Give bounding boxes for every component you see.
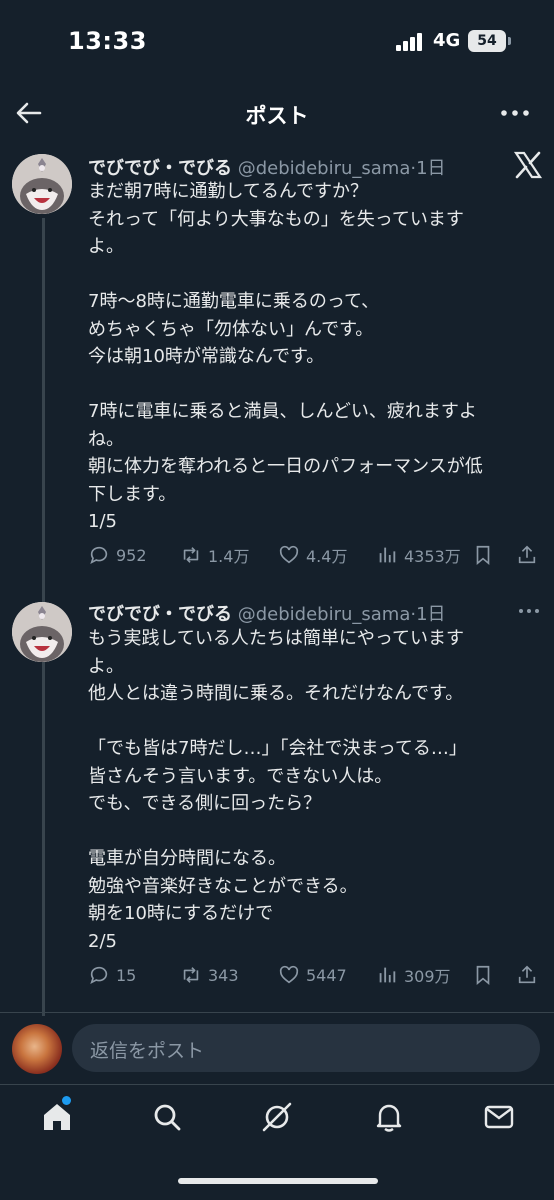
- signal-icon: [396, 33, 426, 51]
- like-count: 4.4万: [306, 547, 348, 566]
- reply-count: 952: [116, 545, 147, 565]
- tweet-actions: 15 343 5447 309万: [88, 960, 538, 990]
- author-handle[interactable]: @debidebiru_sama: [238, 158, 411, 179]
- author-name[interactable]: でびでび・でびる: [88, 604, 232, 625]
- grok-icon[interactable]: [260, 1100, 294, 1134]
- share-icon: [518, 965, 536, 984]
- messages-icon[interactable]: [482, 1100, 516, 1134]
- retweet-button[interactable]: 1.4万: [180, 540, 249, 570]
- like-count: 5447: [306, 965, 347, 985]
- reply-icon: [90, 966, 108, 984]
- reply-button[interactable]: 15: [88, 960, 136, 990]
- bottom-nav: [0, 1086, 554, 1156]
- divider: [0, 1084, 554, 1085]
- bookmark-button[interactable]: [472, 960, 500, 990]
- author-handle[interactable]: @debidebiru_sama: [238, 604, 411, 625]
- avatar[interactable]: [12, 602, 72, 662]
- battery-icon: 54: [468, 30, 506, 52]
- tweet-header: でびでび・でびる @debidebiru_sama·1日: [88, 600, 446, 626]
- network-label: 4G: [433, 30, 461, 51]
- status-time: 13:33: [68, 27, 147, 55]
- tweet-more-icon[interactable]: [516, 598, 542, 624]
- reply-placeholder: 返信をポスト: [90, 1040, 205, 1062]
- x-logo-icon: [513, 151, 543, 179]
- status-bar: 13:33 4G 54: [0, 0, 554, 88]
- views-icon: [379, 547, 396, 563]
- tweet-header: でびでび・でびる @debidebiru_sama·1日: [88, 154, 446, 180]
- notifications-icon[interactable]: [372, 1100, 406, 1134]
- reply-icon: [90, 546, 108, 564]
- like-icon: [279, 965, 299, 984]
- battery-tip: [508, 37, 511, 45]
- views-count: 4353万: [404, 547, 461, 566]
- post-time: ·1日: [410, 604, 446, 625]
- tweet-text: まだ朝7時に通勤してるんですか？ それって「何より大事なもの」を失っています よ…: [88, 181, 483, 532]
- bookmark-icon: [476, 545, 490, 566]
- retweet-count: 1.4万: [208, 547, 250, 566]
- views-icon: [379, 967, 396, 983]
- avatar-image: [12, 602, 72, 662]
- views-button[interactable]: 4353万: [376, 540, 461, 570]
- retweet-icon: [183, 967, 199, 983]
- notification-dot: [62, 1096, 71, 1105]
- page-title: ポスト: [245, 104, 309, 128]
- retweet-icon: [183, 547, 199, 563]
- post-time: ·1日: [410, 158, 446, 179]
- home-indicator[interactable]: [178, 1178, 378, 1184]
- like-icon: [279, 545, 299, 564]
- top-header: ポスト: [0, 88, 554, 142]
- more-icon[interactable]: [498, 98, 532, 128]
- retweet-button[interactable]: 343: [180, 960, 239, 990]
- tweet-text: もう実践している人たちは簡単にやっています よ。 他人とは違う時間に乗る。それだ…: [88, 628, 467, 952]
- like-button[interactable]: 5447: [278, 960, 347, 990]
- tweet-actions: 952 1.4万 4.4万 4353万: [88, 540, 538, 570]
- views-count: 309万: [404, 967, 451, 986]
- my-avatar[interactable]: [12, 1024, 62, 1074]
- share-button[interactable]: [516, 540, 544, 570]
- share-icon: [518, 545, 536, 564]
- search-icon[interactable]: [150, 1100, 184, 1134]
- bookmark-icon: [476, 965, 490, 986]
- divider: [0, 1012, 554, 1013]
- author-name[interactable]: でびでび・でびる: [88, 158, 232, 179]
- avatar[interactable]: [12, 154, 72, 214]
- views-button[interactable]: 309万: [376, 960, 451, 990]
- reply-button[interactable]: 952: [88, 540, 147, 570]
- retweet-count: 343: [208, 965, 239, 985]
- reply-count: 15: [116, 965, 137, 985]
- like-button[interactable]: 4.4万: [278, 540, 347, 570]
- share-button[interactable]: [516, 960, 544, 990]
- reply-input[interactable]: 返信をポスト: [72, 1024, 540, 1072]
- avatar-image: [12, 154, 72, 214]
- bookmark-button[interactable]: [472, 540, 500, 570]
- home-icon[interactable]: [40, 1100, 74, 1134]
